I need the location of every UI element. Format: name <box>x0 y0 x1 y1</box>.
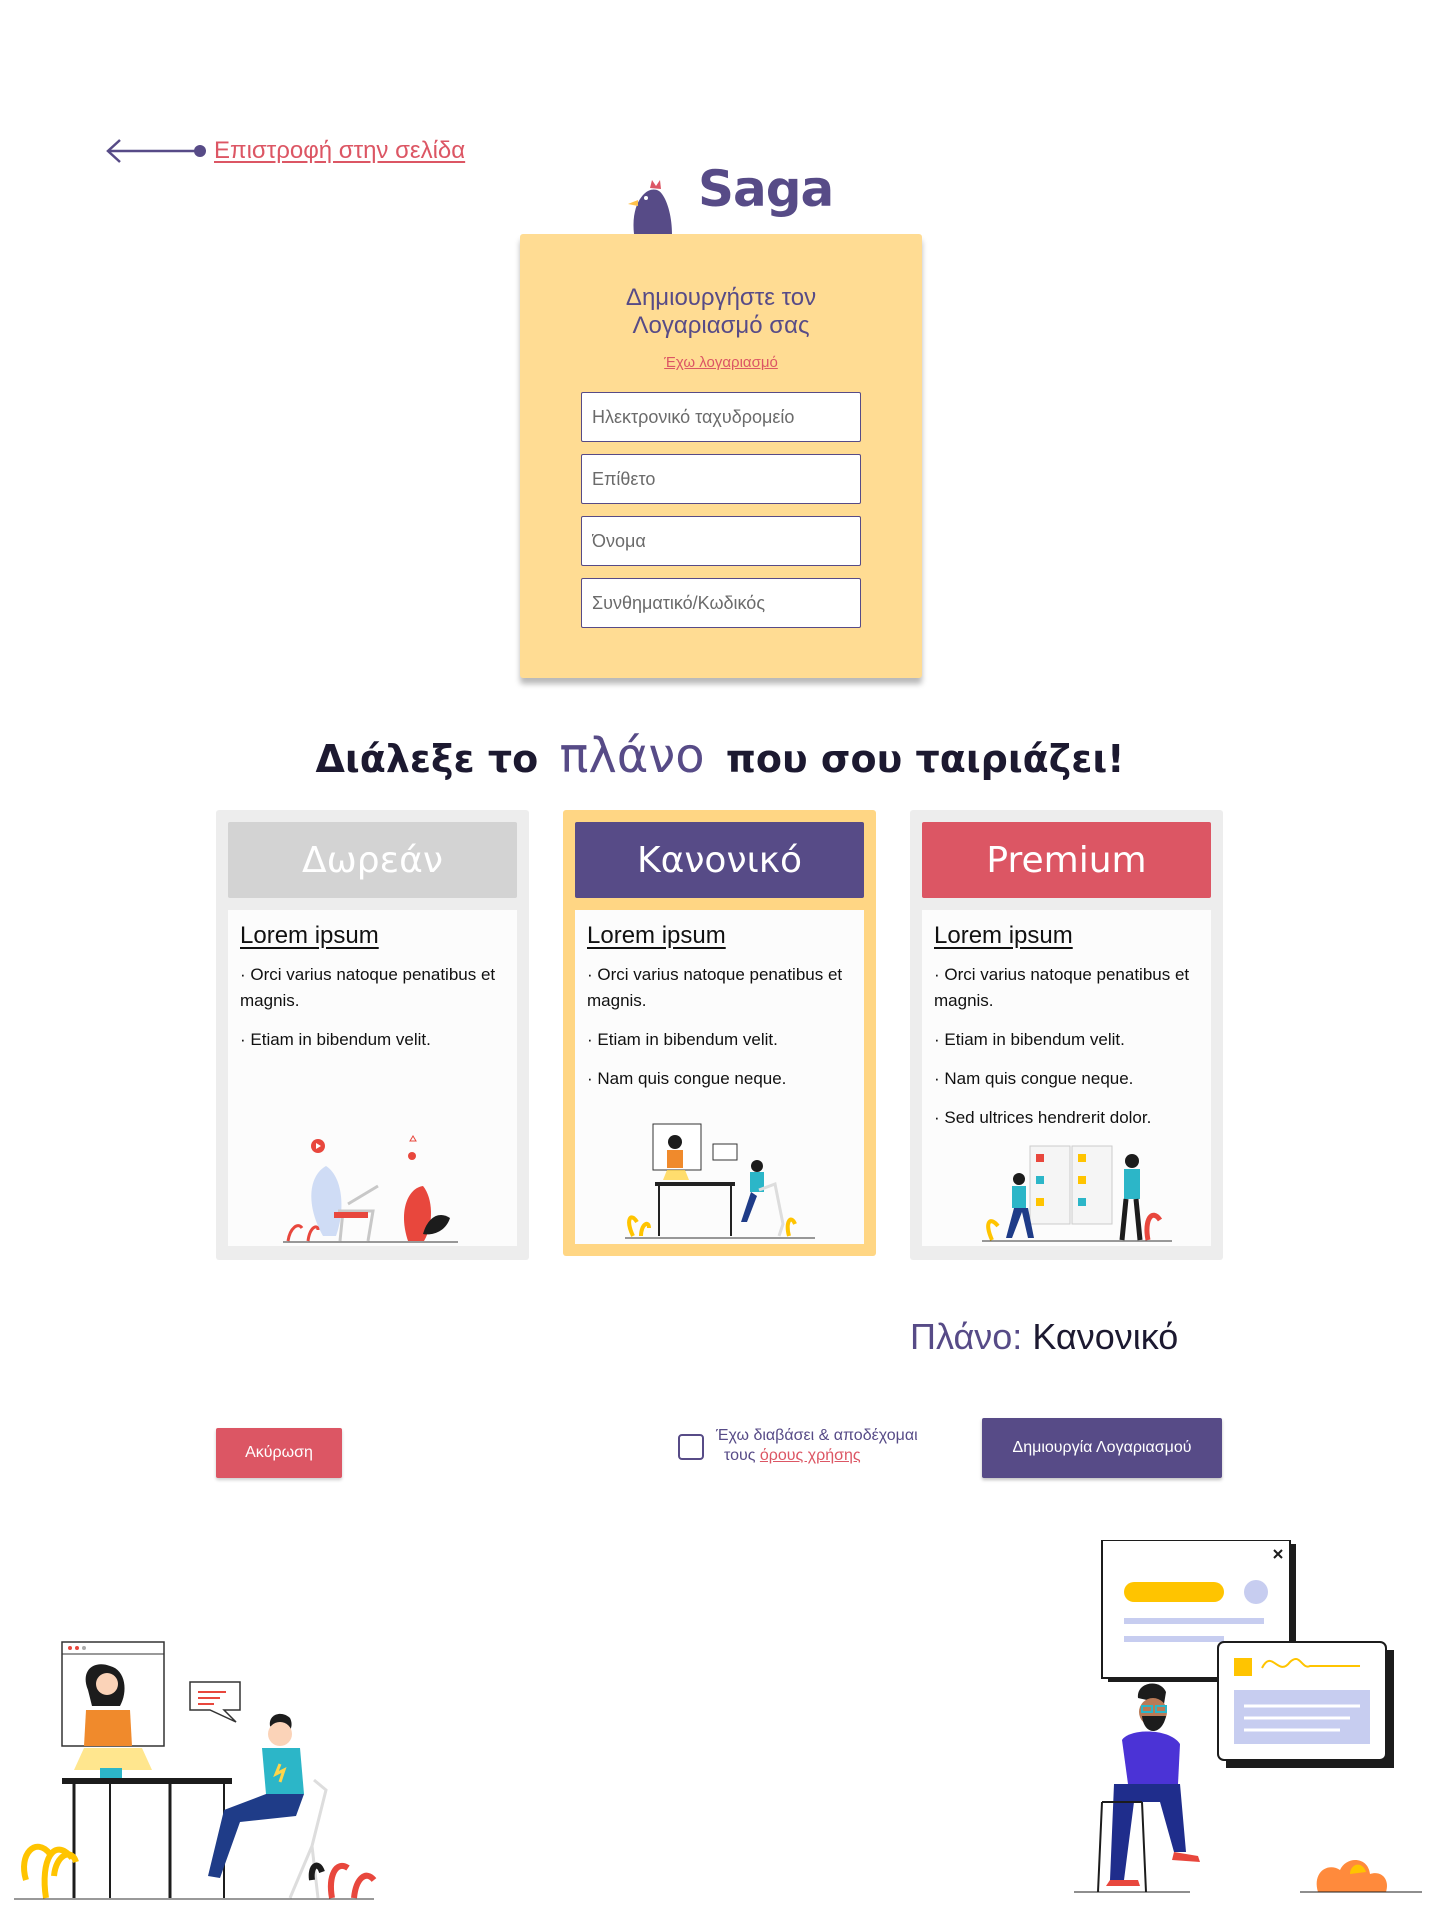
plan-feature: · Orci varius natoque penatibus et magni… <box>587 965 843 1010</box>
video-call-large-illustration <box>14 1641 377 1900</box>
first-name-field[interactable] <box>581 516 861 566</box>
terms-text: Έχω διαβάσει & αποδέχομαι τους όρους χρή… <box>716 1426 976 1466</box>
cancel-button[interactable]: Ακύρωση <box>216 1428 342 1478</box>
create-account-button[interactable]: Δημιουργία Λογαριασμού <box>982 1418 1222 1478</box>
plan-title: Δωρεάν <box>228 822 517 898</box>
plan-body: Lorem ipsum · Orci varius natoque penati… <box>922 910 1211 1246</box>
plan-card-premium[interactable]: Premium Lorem ipsum · Orci varius natoqu… <box>910 810 1223 1260</box>
plan-features: · Orci varius natoque penatibus et magni… <box>240 962 510 1066</box>
signup-title: Δημιουργήστε τον Λογαριασμό σας <box>520 284 922 340</box>
terms-line2: τους όρους χρήσης <box>716 1446 976 1466</box>
plan-title: Premium <box>922 822 1211 898</box>
plan-card-free[interactable]: Δωρεάν Lorem ipsum · Orci varius natoque… <box>216 810 529 1260</box>
saga-logo-text: Saga <box>698 160 834 218</box>
terms-prefix: τους <box>724 1447 756 1464</box>
plan-body: Lorem ipsum · Orci varius natoque penati… <box>228 910 517 1246</box>
plan-feature: · Etiam in bibendum velit. <box>934 1030 1125 1049</box>
have-account-link[interactable]: Έχω λογαριασμό <box>520 354 922 371</box>
plan-card-standard[interactable]: Κανονικό Lorem ipsum · Orci varius natoq… <box>563 810 876 1256</box>
arrow-left-icon <box>106 139 206 163</box>
surname-field[interactable] <box>581 454 861 504</box>
plans-heading: Διάλεξε το πλάνο που σου ταιριάζει! <box>0 728 1440 784</box>
plan-feature: · Orci varius natoque penatibus et magni… <box>934 965 1190 1010</box>
plan-subtitle: Lorem ipsum <box>587 922 726 949</box>
terms-of-use-link[interactable]: όρους χρήσης <box>760 1447 861 1464</box>
plan-feature: · Nam quis congue neque. <box>934 1069 1134 1088</box>
plan-body: Lorem ipsum · Orci varius natoque penati… <box>575 910 864 1244</box>
dashboard-developer-illustration <box>1074 1540 1422 1893</box>
plan-feature: · Orci varius natoque penatibus et magni… <box>240 965 496 1010</box>
selected-plan-value: Κανονικό <box>1032 1316 1179 1357</box>
plans-heading-after: που σου ταιριάζει! <box>725 737 1125 781</box>
email-field[interactable] <box>581 392 861 442</box>
signup-title-line1: Δημιουργήστε τον <box>625 284 817 311</box>
plan-title: Κανονικό <box>575 822 864 898</box>
plans-heading-before: Διάλεξε το <box>315 737 539 781</box>
password-field[interactable] <box>581 578 861 628</box>
selected-plan-label: Πλάνο: <box>910 1316 1023 1357</box>
plants-chair-illustration <box>283 1135 458 1243</box>
plans-heading-accent: πλάνο <box>559 728 705 784</box>
terms-line1: Έχω διαβάσει & αποδέχομαι <box>716 1427 918 1444</box>
team-board-illustration <box>982 1145 1172 1242</box>
plan-features: · Orci varius natoque penatibus et magni… <box>587 962 857 1105</box>
signup-card: Δημιουργήστε τον Λογαριασμό σας Έχω λογα… <box>520 234 922 678</box>
terms-checkbox[interactable] <box>678 1434 704 1460</box>
plan-subtitle: Lorem ipsum <box>934 922 1073 949</box>
plan-feature: · Nam quis congue neque. <box>587 1069 787 1088</box>
plan-subtitle: Lorem ipsum <box>240 922 379 949</box>
signup-title-line2: Λογαριασμό σας <box>632 312 810 339</box>
video-call-illustration <box>625 1123 815 1239</box>
plan-feature: · Etiam in bibendum velit. <box>240 1030 431 1049</box>
selected-plan-summary: Πλάνο: Κανονικό <box>910 1316 1178 1358</box>
saga-bird-logo-icon <box>628 180 672 234</box>
back-link[interactable]: Επιστροφή στην σελίδα <box>104 134 484 168</box>
plan-feature: · Etiam in bibendum velit. <box>587 1030 778 1049</box>
back-link-label: Επιστροφή στην σελίδα <box>214 137 466 164</box>
